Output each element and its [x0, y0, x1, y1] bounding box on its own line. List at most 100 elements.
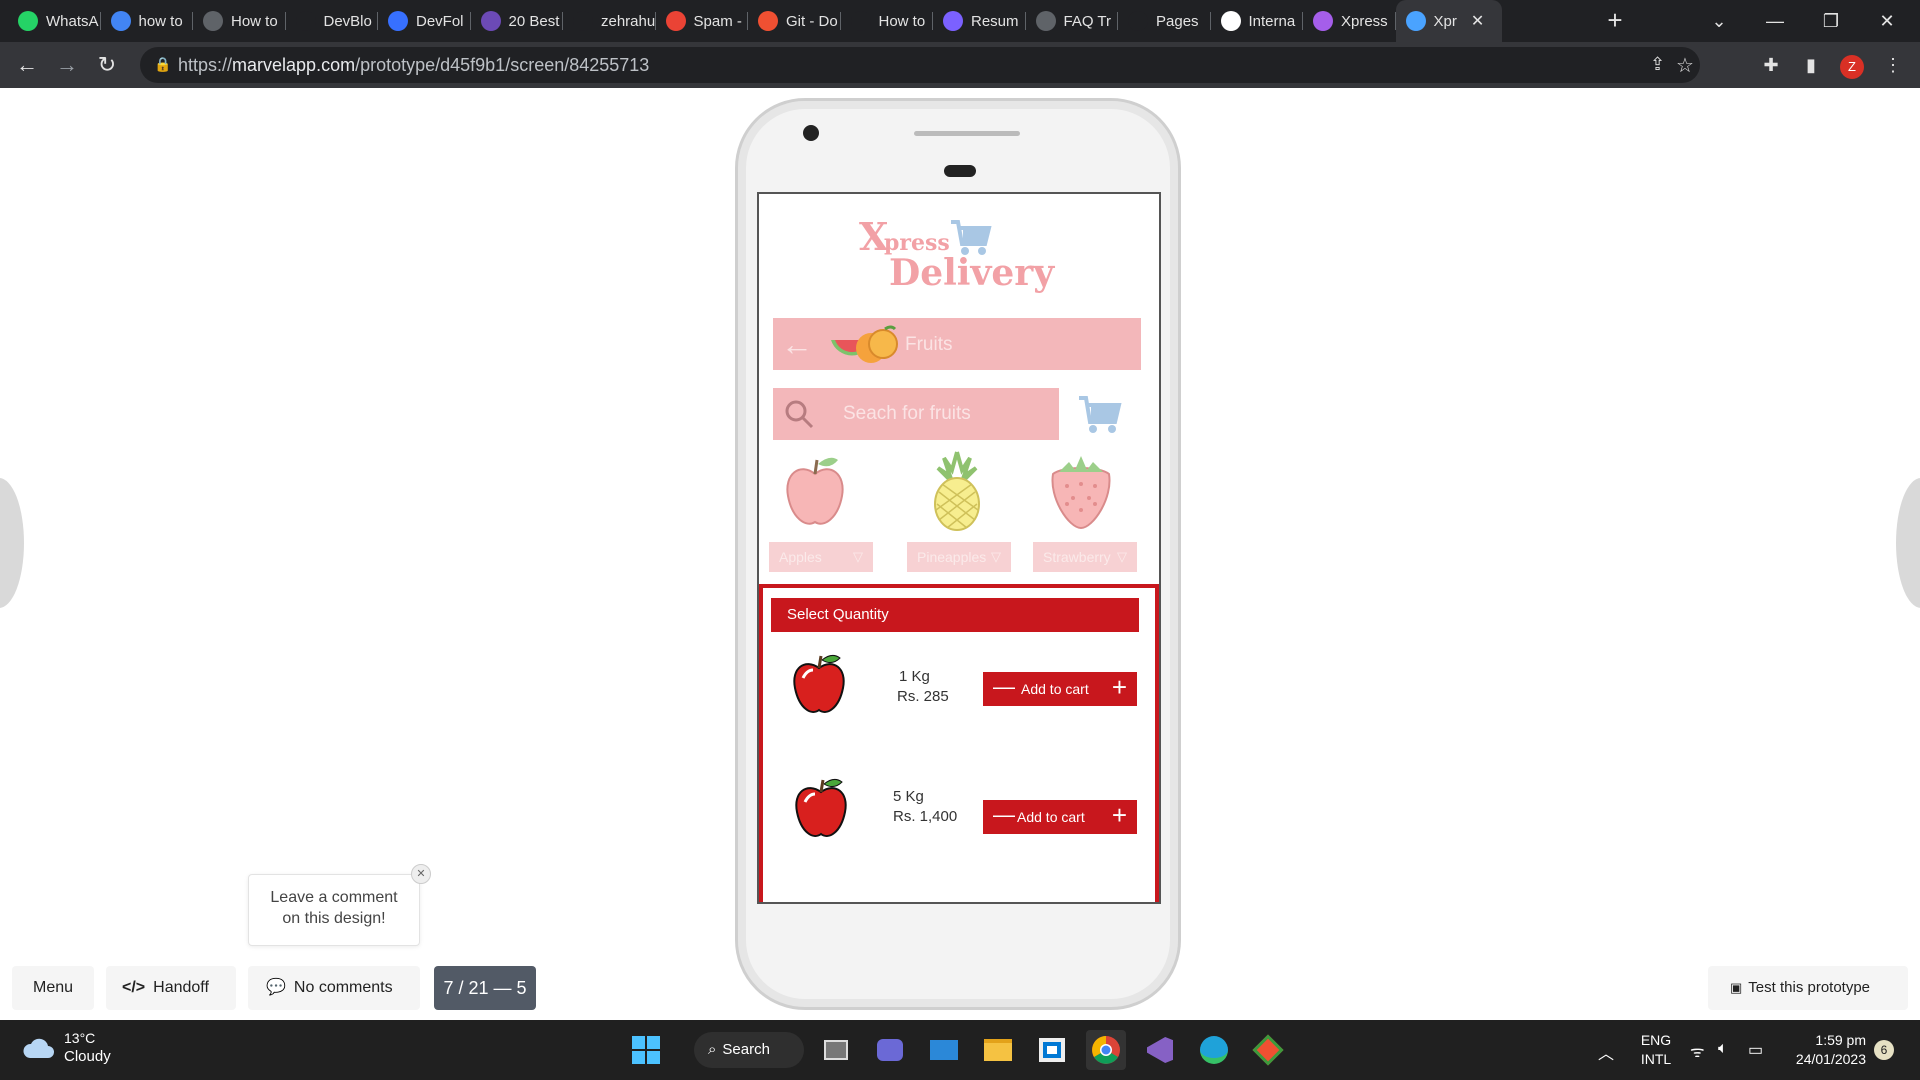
wifi-icon[interactable]: ᯤ	[1690, 1040, 1705, 1062]
wikipedia-icon	[1220, 11, 1241, 31]
visual-studio-icon[interactable]	[1140, 1030, 1180, 1070]
language-indicator[interactable]: ENG INTL	[1636, 1032, 1676, 1067]
browser-tab[interactable]: DevBlo	[286, 0, 378, 42]
whatsapp-icon	[18, 11, 38, 31]
browser-tab[interactable]: Resum	[933, 0, 1026, 42]
browser-tab-label: FAQ Tr	[1063, 12, 1112, 30]
bookmark-star-icon[interactable]: ☆	[1676, 53, 1694, 78]
task-view-icon[interactable]	[816, 1030, 856, 1070]
page-counter[interactable]: 7 / 21 — 5	[434, 966, 536, 1010]
browser-tab[interactable]: Git - Do	[748, 0, 841, 42]
strawberry-tile[interactable]	[1029, 448, 1133, 537]
profile-avatar[interactable]: Z	[1840, 55, 1864, 79]
browser-tab-label: zehrahu	[601, 12, 656, 30]
comment-bubble[interactable]: Leave a comment on this design!	[248, 874, 420, 946]
option-weight: 5 Kg	[893, 788, 924, 805]
browser-tab[interactable]: Xpress	[1303, 0, 1396, 42]
teams-chat-icon[interactable]	[870, 1030, 910, 1070]
search-input[interactable]: Seach for fruits	[773, 388, 1059, 440]
browser-tab[interactable]: how to	[101, 0, 193, 42]
prototype-screen: X press Delivery ← Fruits Seach for frui…	[757, 192, 1161, 904]
plus-icon[interactable]: +	[1112, 672, 1127, 703]
browser-tab[interactable]: Xpr ✕	[1395, 0, 1502, 42]
git-gui-icon[interactable]	[1248, 1030, 1288, 1070]
close-window-button[interactable]: ✕	[1864, 4, 1910, 38]
extensions-icon[interactable]: ✚	[1758, 52, 1784, 78]
phone-sensor	[944, 165, 976, 177]
browser-tab-label: Xpr	[1433, 12, 1457, 30]
restore-button[interactable]: ❐	[1808, 4, 1854, 38]
side-panel-icon[interactable]: ▮	[1798, 52, 1824, 78]
browser-tab[interactable]: Pages	[1118, 0, 1211, 42]
battery-icon[interactable]: ▭	[1748, 1040, 1763, 1060]
category-title: Fruits	[905, 334, 953, 355]
taskbar-search[interactable]: ⌕ Search	[694, 1032, 804, 1068]
browser-tab-bar: WhatsA how to How to DevBlo DevFol 20 Best zeh…	[0, 0, 1920, 42]
clock-time: 1:59 pm	[1815, 1032, 1866, 1048]
close-tab-icon[interactable]: ✕	[1471, 11, 1484, 31]
forward-icon[interactable]: →	[52, 50, 82, 80]
github-icon	[573, 11, 593, 31]
share-icon[interactable]: ⇪	[1650, 54, 1665, 75]
adhoc-icon	[850, 11, 871, 31]
apple-tile[interactable]	[763, 452, 867, 537]
address-bar[interactable]: 🔒 https://marvelapp.com/prototype/d45f9b…	[140, 47, 1700, 83]
cart-icon[interactable]	[1077, 394, 1123, 436]
chrome-logo	[1092, 1036, 1120, 1064]
mail-icon[interactable]	[924, 1030, 964, 1070]
chrome-menu-icon[interactable]: ⋮	[1880, 52, 1906, 78]
show-hidden-icons[interactable]: ︿	[1598, 1040, 1614, 1064]
comments-button[interactable]: 💬 No comments	[248, 966, 420, 1010]
url-host: marvelapp.com	[232, 55, 356, 75]
tab-search-icon[interactable]: ⌄	[1696, 4, 1742, 38]
browser-tab[interactable]: zehrahu	[563, 0, 656, 42]
file-explorer-icon[interactable]	[978, 1030, 1018, 1070]
apples-dropdown-label: Apples	[779, 549, 822, 565]
browser-tab[interactable]: DevFol	[378, 0, 471, 42]
select-quantity-header: Select Quantity	[771, 598, 1139, 632]
previous-screen-arrow[interactable]	[0, 478, 24, 608]
strawberry-dropdown[interactable]: Strawberry ▽	[1033, 542, 1137, 572]
microsoft-store-icon[interactable]	[1032, 1030, 1072, 1070]
option-price: Rs. 285	[897, 688, 949, 705]
browser-tab[interactable]: Spam -	[656, 0, 748, 42]
minus-icon[interactable]: —	[993, 802, 1015, 828]
browser-tab[interactable]: WhatsA	[8, 0, 101, 42]
handoff-button[interactable]: </> Handoff	[106, 966, 236, 1010]
weather-widget[interactable]: 13°C Cloudy	[64, 1030, 111, 1065]
volume-icon[interactable]: 🔈︎	[1718, 1040, 1728, 1058]
minus-icon[interactable]: —	[993, 674, 1015, 700]
clock[interactable]: 1:59 pm 24/01/2023	[1786, 1032, 1866, 1067]
new-tab-button[interactable]: +	[1600, 6, 1630, 36]
menu-button[interactable]: Menu	[12, 966, 94, 1010]
pineapple-tile[interactable]	[905, 448, 1009, 537]
browser-tab-label: WhatsA	[46, 12, 99, 30]
pineapples-dropdown[interactable]: Pineapples ▽	[907, 542, 1011, 572]
apple-red-icon	[795, 778, 847, 837]
test-prototype-button[interactable]: ▣ Test this prototype	[1708, 966, 1908, 1010]
reload-icon[interactable]: ↻	[92, 50, 122, 80]
browser-tab[interactable]: How to	[841, 0, 933, 42]
start-button[interactable]	[626, 1030, 666, 1070]
plus-icon[interactable]: +	[1112, 800, 1127, 831]
back-icon[interactable]: ←	[12, 50, 42, 80]
browser-tab[interactable]: Interna	[1211, 0, 1303, 42]
close-icon[interactable]: ✕	[411, 864, 431, 884]
marvel-icon	[1405, 11, 1426, 31]
next-screen-arrow[interactable]	[1896, 478, 1920, 608]
apples-dropdown[interactable]: Apples ▽	[769, 542, 873, 572]
browser-tab[interactable]: 20 Best	[471, 0, 563, 42]
back-arrow-icon[interactable]: ←	[781, 326, 813, 363]
browser-tab-label: Resum	[971, 12, 1019, 30]
add-to-cart-button[interactable]: — Add to cart +	[983, 800, 1137, 834]
add-to-cart-button[interactable]: — Add to cart +	[983, 672, 1137, 706]
minimize-button[interactable]: —	[1752, 4, 1798, 38]
edge-icon[interactable]	[1194, 1030, 1234, 1070]
browser-tab[interactable]: FAQ Tr	[1026, 0, 1118, 42]
url-text[interactable]: https://marvelapp.com/prototype/d45f9b1/…	[178, 55, 649, 76]
select-quantity-panel: Select Quantity 1 Kg Rs. 285 — Add to ca…	[759, 584, 1159, 902]
chrome-icon[interactable]	[1086, 1030, 1126, 1070]
browser-tab[interactable]: How to	[193, 0, 286, 42]
notification-badge[interactable]: 6	[1874, 1040, 1894, 1060]
language-top: ENG	[1640, 1032, 1672, 1048]
